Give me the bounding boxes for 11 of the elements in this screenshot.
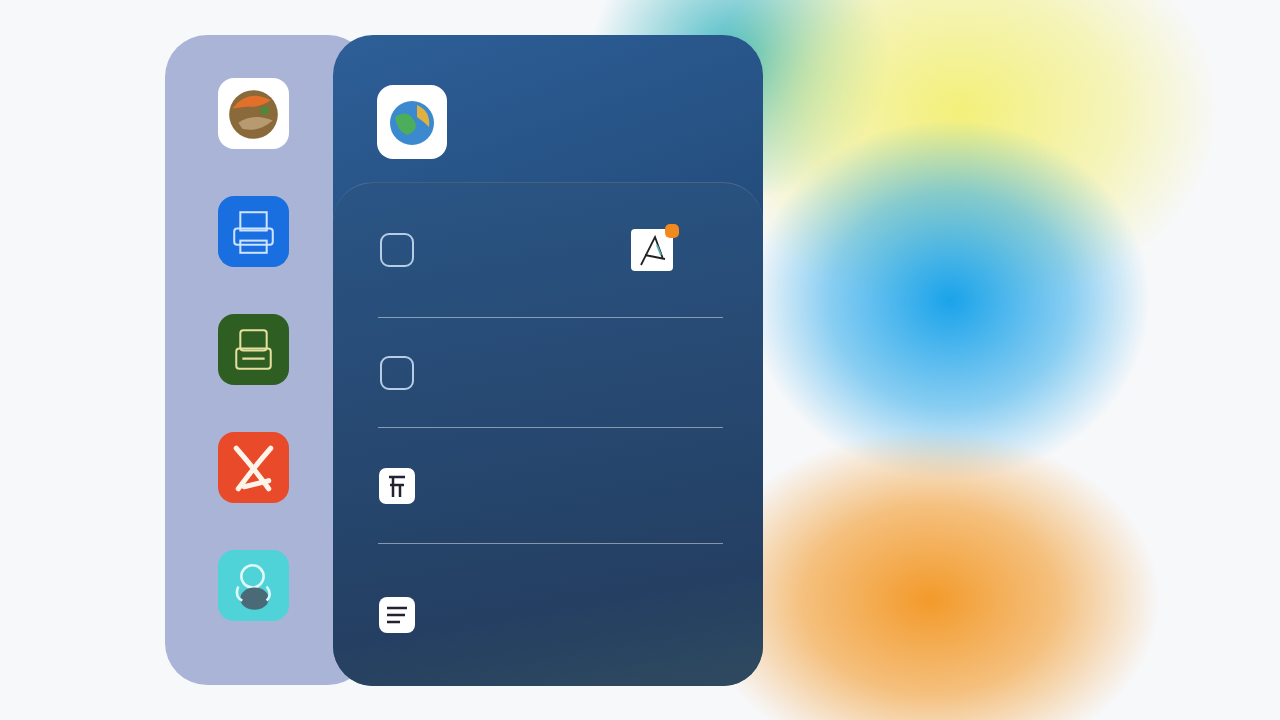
globe-app-icon[interactable] xyxy=(377,85,447,159)
pen-app-icon[interactable] xyxy=(631,229,673,271)
square-icon[interactable] xyxy=(378,353,416,392)
document-icon[interactable] xyxy=(378,466,416,505)
printer-app-icon[interactable] xyxy=(218,196,289,267)
square-icon[interactable] xyxy=(378,231,416,269)
figure-app-icon[interactable] xyxy=(218,550,289,621)
box-app-icon[interactable] xyxy=(218,314,289,385)
list-icon[interactable] xyxy=(378,596,416,634)
photo-app-icon[interactable] xyxy=(218,78,289,149)
scissors-app-icon[interactable] xyxy=(218,432,289,503)
